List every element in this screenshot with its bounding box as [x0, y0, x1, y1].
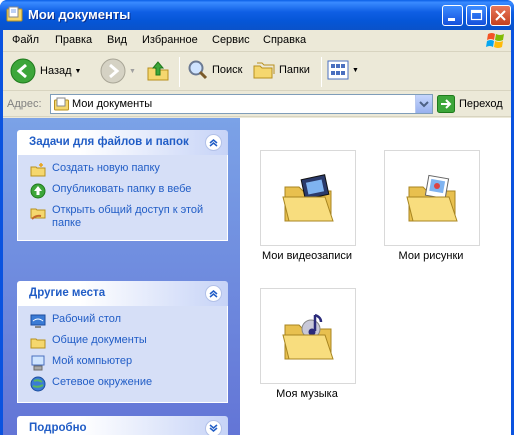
other-places-title: Другие места: [29, 287, 106, 299]
folder-label-music[interactable]: Моя музыка: [237, 388, 377, 400]
share-folder-label: Открыть общий доступ к этой папке: [52, 204, 204, 229]
title-bar[interactable]: Мои документы: [0, 0, 514, 30]
close-button[interactable]: [490, 5, 511, 26]
standard-toolbar: Назад ▼ ▼ Поиск Папки ▼: [3, 53, 511, 91]
address-label: Адрес:: [7, 98, 42, 110]
window-title: Мои документы: [28, 7, 131, 22]
go-label: Переход: [459, 98, 503, 110]
folders-label: Папки: [279, 64, 310, 76]
place-network-label: Сетевое окружение: [52, 376, 153, 388]
back-label: Назад: [40, 65, 72, 77]
back-arrow-icon: [10, 58, 36, 84]
details-header[interactable]: Подробно: [17, 416, 228, 435]
share-folder-task[interactable]: Открыть общий доступ к этой папке: [18, 201, 227, 232]
up-folder-icon[interactable]: [146, 59, 170, 83]
documents-folder-icon: [6, 6, 23, 22]
forward-arrow-icon: [100, 58, 126, 84]
go-button[interactable]: Переход: [437, 95, 503, 113]
new-folder-task[interactable]: Создать новую папку: [18, 159, 227, 180]
file-tasks-body: Создать новую папку Опубликовать папку в…: [17, 155, 228, 241]
address-bar: Адрес: Мои документы Переход: [3, 92, 511, 117]
file-tasks-header[interactable]: Задачи для файлов и папок: [17, 130, 228, 155]
place-my-computer-label: Мой компьютер: [52, 355, 133, 367]
folders-icon: [253, 62, 275, 79]
chevron-down-icon: [209, 424, 218, 432]
toolbar-separator: [179, 57, 180, 87]
expand-button[interactable]: [205, 420, 222, 435]
folders-button[interactable]: Папки: [253, 59, 310, 81]
network-globe-icon: [30, 376, 46, 392]
publish-web-task[interactable]: Опубликовать папку в вебе: [18, 180, 227, 201]
address-value: Мои документы: [72, 98, 153, 110]
place-desktop-label: Рабочий стол: [52, 313, 122, 325]
place-shared-docs-label: Общие документы: [52, 334, 147, 346]
folder-content-view: Мои видеозаписи Мои рисунки Моя музыка: [240, 118, 511, 435]
back-dropdown-icon[interactable]: ▼: [75, 68, 82, 75]
other-places-panel: Другие места Рабочий стол Общие документ…: [17, 281, 228, 403]
place-network[interactable]: Сетевое окружение: [18, 373, 227, 394]
details-panel: Подробно: [17, 416, 228, 435]
folder-label-videos[interactable]: Мои видеозаписи: [237, 250, 377, 262]
search-label: Поиск: [212, 64, 243, 76]
windows-logo-icon: [486, 33, 504, 48]
search-button[interactable]: Поиск: [186, 59, 242, 81]
chevron-down-icon: [419, 101, 429, 108]
forward-button[interactable]: ▼: [100, 58, 136, 84]
menu-file[interactable]: Файл: [12, 34, 39, 46]
menu-bar: Файл Правка Вид Избранное Сервис Справка: [3, 30, 511, 52]
video-folder-icon: [282, 174, 334, 222]
explorer-window: Мои документы Файл Правка Вид Избранное …: [0, 0, 514, 435]
new-folder-icon: [30, 163, 46, 177]
desktop-icon: [30, 314, 46, 328]
collapse-button[interactable]: [205, 134, 222, 151]
menu-help[interactable]: Справка: [263, 34, 306, 46]
maximize-icon: [470, 9, 483, 21]
folder-thumb-pictures[interactable]: [384, 150, 480, 246]
shared-folder-icon: [30, 338, 46, 349]
publish-web-label: Опубликовать папку в вебе: [52, 183, 192, 195]
back-button[interactable]: Назад ▼: [10, 58, 81, 84]
documents-folder-icon: [54, 97, 69, 111]
file-tasks-panel: Задачи для файлов и папок Создать новую …: [17, 130, 228, 241]
search-icon: [188, 60, 208, 80]
folder-thumb-music[interactable]: [260, 288, 356, 384]
forward-dropdown-icon[interactable]: ▼: [129, 68, 136, 75]
chevron-up-icon: [209, 290, 218, 298]
views-button[interactable]: ▼: [327, 60, 359, 80]
details-title: Подробно: [29, 422, 87, 434]
place-desktop[interactable]: Рабочий стол: [18, 310, 227, 331]
address-input[interactable]: Мои документы: [50, 94, 433, 114]
music-folder-icon: [282, 313, 334, 360]
go-arrow-icon: [437, 95, 455, 113]
minimize-icon: [448, 18, 455, 21]
task-pane: Задачи для файлов и папок Создать новую …: [3, 118, 240, 435]
window-body: Файл Правка Вид Избранное Сервис Справка…: [3, 30, 511, 435]
chevron-up-icon: [209, 139, 218, 147]
folder-label-pictures[interactable]: Мои рисунки: [361, 250, 501, 262]
publish-globe-icon: [30, 183, 46, 199]
views-dropdown-icon[interactable]: ▼: [352, 67, 359, 74]
place-my-computer[interactable]: Мой компьютер: [18, 352, 227, 373]
folder-thumb-videos[interactable]: [260, 150, 356, 246]
other-places-body: Рабочий стол Общие документы Мой компьют…: [17, 306, 228, 403]
computer-icon: [31, 355, 45, 371]
address-dropdown-button[interactable]: [415, 95, 432, 113]
toolbar-separator: [321, 57, 322, 87]
file-tasks-title: Задачи для файлов и папок: [29, 136, 189, 148]
share-folder-icon: [30, 208, 46, 220]
other-places-header[interactable]: Другие места: [17, 281, 228, 306]
pictures-folder-icon: [406, 174, 458, 222]
views-icon: [327, 60, 349, 80]
place-shared-docs[interactable]: Общие документы: [18, 331, 227, 352]
new-folder-label: Создать новую папку: [52, 162, 160, 174]
menu-view[interactable]: Вид: [107, 34, 127, 46]
menu-favorites[interactable]: Избранное: [142, 34, 198, 46]
menu-tools[interactable]: Сервис: [212, 34, 250, 46]
minimize-button[interactable]: [442, 5, 463, 26]
maximize-button[interactable]: [466, 5, 487, 26]
collapse-button[interactable]: [205, 285, 222, 302]
close-icon: [495, 10, 506, 21]
menu-edit[interactable]: Правка: [55, 34, 92, 46]
